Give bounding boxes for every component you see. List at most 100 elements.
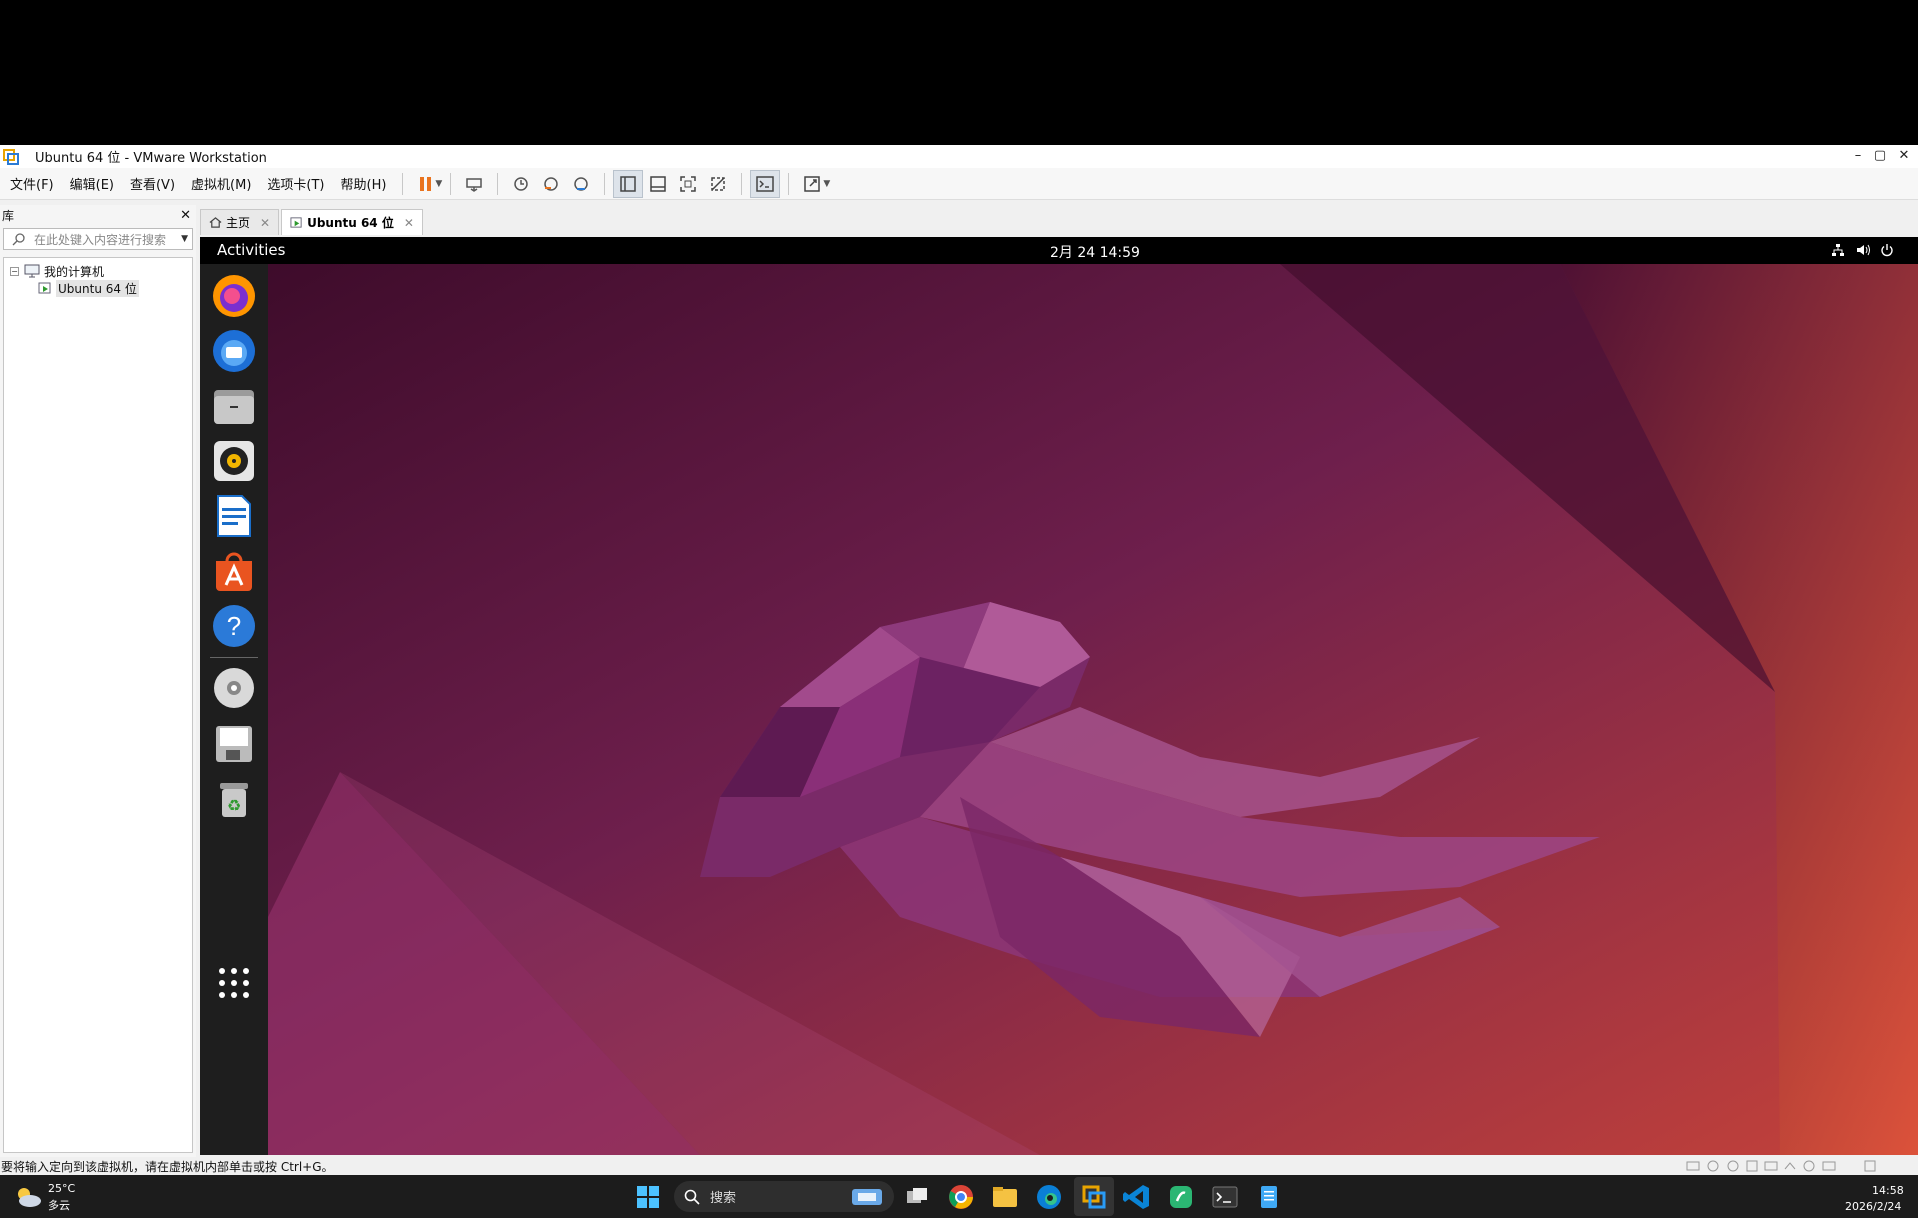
console-icon bbox=[756, 175, 775, 192]
send-ctrl-alt-del-button[interactable] bbox=[459, 170, 489, 198]
files-icon[interactable] bbox=[210, 382, 258, 430]
rhythmbox-icon[interactable] bbox=[210, 437, 258, 485]
close-button[interactable]: ✕ bbox=[1892, 145, 1916, 168]
status-message: 要将输入定向到该虚拟机，请在虚拟机内部单击或按 Ctrl+G。 bbox=[1, 1159, 334, 1174]
libreoffice-writer-icon[interactable] bbox=[210, 492, 258, 540]
unity-button[interactable] bbox=[703, 170, 733, 198]
windows-start-icon[interactable] bbox=[632, 1181, 664, 1213]
search-dropdown-arrow-icon[interactable]: ▼ bbox=[181, 234, 188, 244]
svg-text:♻: ♻ bbox=[227, 796, 241, 815]
toolbar-separator bbox=[741, 172, 743, 195]
ubuntu-dock: ? ♻ bbox=[200, 264, 268, 1155]
thunderbird-icon[interactable] bbox=[210, 327, 258, 375]
task-view-icon[interactable] bbox=[901, 1181, 933, 1213]
taskbar-search-label: 搜索 bbox=[710, 1191, 737, 1206]
ubuntu-top-bar: Activities 2月 24 14:59 bbox=[200, 237, 1918, 264]
tree-item-ubuntu-vm[interactable]: Ubuntu 64 位 bbox=[38, 279, 139, 297]
snapshot-manager-icon bbox=[574, 176, 589, 191]
weather-description: 多云 bbox=[48, 1199, 70, 1212]
menu-view[interactable]: 查看(V) bbox=[122, 174, 183, 193]
home-icon bbox=[209, 217, 222, 228]
tree-label-ubuntu-vm: Ubuntu 64 位 bbox=[56, 279, 139, 297]
tab-home-label: 主页 bbox=[226, 216, 251, 230]
vscode-icon[interactable] bbox=[1121, 1181, 1153, 1213]
thumbnail-bar-button[interactable] bbox=[643, 170, 673, 198]
network-icon[interactable] bbox=[1831, 243, 1845, 257]
menu-help[interactable]: 帮助(H) bbox=[333, 174, 395, 193]
taskbar-search-box[interactable]: 搜索 bbox=[674, 1181, 894, 1212]
full-screen-button[interactable] bbox=[673, 170, 703, 198]
pause-icon bbox=[420, 176, 432, 191]
device-status-icons[interactable] bbox=[1685, 1159, 1885, 1173]
window-title: Ubuntu 64 位 - VMware Workstation bbox=[35, 151, 267, 166]
menu-edit[interactable]: 编辑(E) bbox=[62, 174, 122, 193]
help-icon[interactable]: ? bbox=[210, 602, 258, 650]
tree-expander-icon[interactable]: − bbox=[10, 266, 19, 276]
vmware-logo-icon bbox=[3, 148, 19, 165]
snapshot-button[interactable] bbox=[506, 170, 536, 198]
chrome-icon[interactable] bbox=[945, 1181, 977, 1213]
full-screen-icon bbox=[680, 175, 697, 192]
edge-icon[interactable] bbox=[1033, 1181, 1065, 1213]
vm-display[interactable]: Activities 2月 24 14:59 ? ♻ bbox=[200, 237, 1918, 1155]
library-search-box[interactable]: 在此处键入内容进行搜索 ▼ bbox=[3, 228, 193, 250]
console-view-button[interactable] bbox=[750, 169, 781, 198]
toolbar-separator bbox=[497, 172, 499, 195]
search-icon bbox=[684, 1189, 700, 1205]
revert-snapshot-button[interactable] bbox=[536, 170, 566, 198]
menu-tabs[interactable]: 选项卡(T) bbox=[259, 174, 332, 193]
minimize-button[interactable]: – bbox=[1846, 145, 1870, 168]
vm-running-icon bbox=[38, 282, 51, 294]
taskbar-time[interactable]: 14:58 bbox=[1872, 1184, 1904, 1197]
tree-item-my-computer[interactable]: − 我的计算机 bbox=[10, 262, 104, 280]
menu-file[interactable]: 文件(F) bbox=[2, 174, 62, 193]
tab-home-close-icon[interactable]: ✕ bbox=[260, 216, 270, 230]
computer-icon bbox=[24, 264, 40, 278]
search-icon bbox=[12, 233, 25, 246]
screen-top-black-area bbox=[0, 0, 1918, 145]
tab-ubuntu-label: Ubuntu 64 位 bbox=[307, 216, 394, 230]
library-close-button[interactable]: ✕ bbox=[180, 208, 191, 223]
menu-vm[interactable]: 虚拟机(M) bbox=[183, 174, 259, 193]
dvd-drive-icon[interactable] bbox=[210, 664, 258, 712]
wechat-like-green-icon[interactable] bbox=[1165, 1181, 1197, 1213]
title-bar: Ubuntu 64 位 - VMware Workstation – ▢ ✕ bbox=[0, 145, 1918, 168]
thumbnail-view-icon bbox=[650, 175, 667, 192]
ubuntu-clock[interactable]: 2月 24 14:59 bbox=[1050, 242, 1140, 262]
firefox-icon[interactable] bbox=[210, 272, 258, 320]
taskbar-date[interactable]: 2026/2/24 bbox=[1845, 1200, 1901, 1213]
ubuntu-wallpaper bbox=[200, 237, 1918, 1155]
library-tree: − 我的计算机 Ubuntu 64 位 bbox=[3, 257, 193, 1153]
search-highlight-icon bbox=[852, 1188, 882, 1205]
status-bar: 要将输入定向到该虚拟机，请在虚拟机内部单击或按 Ctrl+G。 bbox=[0, 1157, 1918, 1175]
show-library-button[interactable] bbox=[613, 169, 644, 198]
vmware-taskbar-icon[interactable] bbox=[1078, 1181, 1110, 1213]
snapshot-icon bbox=[514, 176, 529, 191]
power-icon[interactable] bbox=[1880, 243, 1894, 257]
cloudy-weather-icon bbox=[18, 1188, 41, 1207]
file-explorer-icon[interactable] bbox=[989, 1181, 1021, 1213]
menu-toolbar-bar: 文件(F) 编辑(E) 查看(V) 虚拟机(M) 选项卡(T) 帮助(H) ▼ bbox=[0, 168, 1918, 200]
svg-text:?: ? bbox=[227, 611, 241, 641]
tab-ubuntu[interactable]: Ubuntu 64 位 ✕ bbox=[281, 209, 423, 235]
toolbar-separator bbox=[402, 172, 404, 195]
stretch-dropdown-arrow-icon[interactable]: ▼ bbox=[823, 179, 830, 189]
tab-ubuntu-close-icon[interactable]: ✕ bbox=[404, 216, 414, 230]
activities-button[interactable]: Activities bbox=[217, 241, 285, 259]
snapshot-manager-button[interactable] bbox=[566, 170, 596, 198]
volume-icon[interactable] bbox=[1856, 243, 1870, 257]
power-dropdown-arrow-icon[interactable]: ▼ bbox=[435, 179, 442, 189]
floppy-disk-icon[interactable] bbox=[210, 720, 258, 768]
terminal-icon[interactable] bbox=[1209, 1181, 1241, 1213]
notepad-icon[interactable] bbox=[1253, 1181, 1285, 1213]
maximize-button[interactable]: ▢ bbox=[1868, 145, 1892, 168]
library-search-input[interactable]: 在此处键入内容进行搜索 bbox=[30, 231, 181, 248]
unity-icon bbox=[711, 176, 726, 191]
stretch-icon bbox=[804, 175, 821, 192]
tab-home[interactable]: 主页 ✕ bbox=[200, 209, 280, 235]
vmware-window: Ubuntu 64 位 - VMware Workstation – ▢ ✕ 文… bbox=[0, 145, 1918, 1175]
show-apps-grid-icon[interactable] bbox=[210, 959, 258, 1007]
windows-taskbar: 25°C 多云 搜索 14:58 2026/2/24 bbox=[0, 1175, 1918, 1218]
app-center-icon[interactable] bbox=[210, 547, 258, 595]
trash-icon[interactable]: ♻ bbox=[210, 775, 258, 823]
